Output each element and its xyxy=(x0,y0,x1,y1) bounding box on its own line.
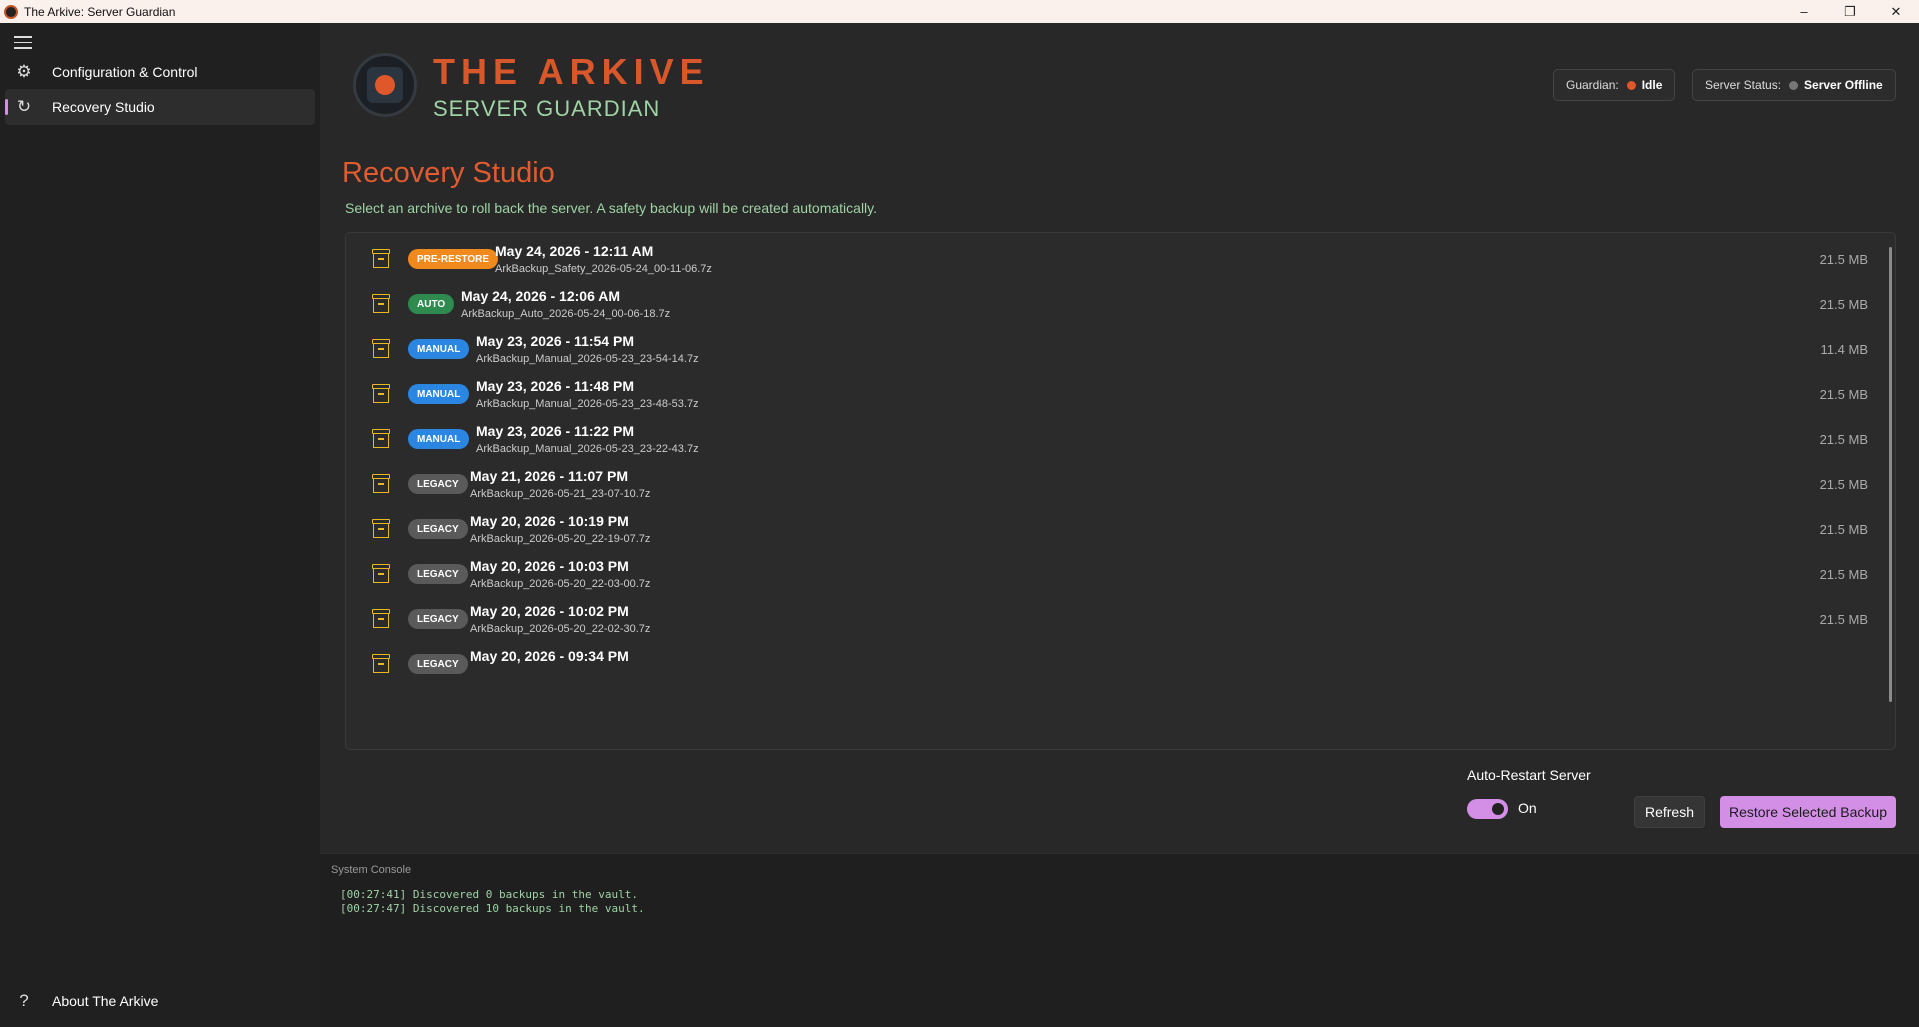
minimize-button[interactable]: – xyxy=(1781,0,1827,23)
console-line: [00:27:47] Discovered 10 backups in the … xyxy=(340,902,645,915)
refresh-icon: ↻ xyxy=(16,97,32,116)
backup-date: May 20, 2026 - 09:34 PM xyxy=(470,648,629,664)
sidebar-item-recovery-studio[interactable]: ↻ Recovery Studio xyxy=(5,89,315,125)
app-logo xyxy=(353,53,417,117)
refresh-button[interactable]: Refresh xyxy=(1634,796,1705,828)
backup-filename: ArkBackup_2026-05-20_22-03-00.7z xyxy=(470,578,651,590)
server-status-badge: Server Status: Server Offline xyxy=(1692,69,1896,101)
backup-filename: ArkBackup_Manual_2026-05-23_23-48-53.7z xyxy=(476,398,699,410)
restore-selected-backup-button[interactable]: Restore Selected Backup xyxy=(1720,796,1896,828)
backup-type-badge: LEGACY xyxy=(408,564,468,584)
page-description: Select an archive to roll back the serve… xyxy=(345,200,878,216)
backup-filename: ArkBackup_2026-05-20_22-19-07.7z xyxy=(470,533,651,545)
archive-box-icon xyxy=(372,474,390,494)
sidebar-item-label: About The Arkive xyxy=(52,993,159,1009)
archive-box-icon xyxy=(372,339,390,359)
console-log: [00:27:41] Discovered 0 backups in the v… xyxy=(340,888,645,916)
backup-date: May 23, 2026 - 11:54 PM xyxy=(476,333,634,349)
window-title: The Arkive: Server Guardian xyxy=(24,4,176,19)
status-dot-icon xyxy=(1789,80,1799,90)
backup-size: 21.5 MB xyxy=(1819,387,1868,402)
archive-box-icon xyxy=(372,609,390,629)
server-status-label: Server Status: xyxy=(1705,78,1782,92)
backup-size: 21.5 MB xyxy=(1819,297,1868,312)
backup-type-badge: MANUAL xyxy=(408,384,470,404)
sidebar-item-label: Configuration & Control xyxy=(52,64,198,80)
auto-restart-label: Auto-Restart Server xyxy=(1467,767,1591,783)
backup-date: May 23, 2026 - 11:22 PM xyxy=(476,423,634,439)
backup-date: May 20, 2026 - 10:03 PM xyxy=(470,558,629,574)
backup-size: 21.5 MB xyxy=(1819,612,1868,627)
archive-box-icon xyxy=(372,294,390,314)
archive-box-icon xyxy=(372,564,390,584)
backup-type-badge: LEGACY xyxy=(408,474,468,494)
brand-subtitle: SERVER GUARDIAN xyxy=(433,96,661,121)
backup-size: 21.5 MB xyxy=(1819,432,1868,447)
backup-type-badge: LEGACY xyxy=(408,519,468,539)
backup-row[interactable]: LEGACY May 20, 2026 - 09:34 PM xyxy=(346,638,1876,693)
backup-list[interactable]: PRE-RESTORE May 24, 2026 - 12:11 AM ArkBac… xyxy=(345,232,1896,750)
backup-filename: ArkBackup_2026-05-21_23-07-10.7z xyxy=(470,488,651,500)
backup-type-badge: MANUAL xyxy=(408,339,470,359)
main-panel: THE ARKIVE SERVER GUARDIAN Guardian: Idl… xyxy=(320,23,1919,853)
app-icon xyxy=(4,4,18,19)
archive-box-icon xyxy=(372,519,390,539)
backup-size: 21.5 MB xyxy=(1819,477,1868,492)
archive-box-icon xyxy=(372,654,390,674)
backup-size: 21.5 MB xyxy=(1819,567,1868,582)
guardian-label: Guardian: xyxy=(1566,78,1619,92)
backup-type-badge: LEGACY xyxy=(408,609,468,629)
backup-filename: ArkBackup_Manual_2026-05-23_23-22-43.7z xyxy=(476,443,699,455)
backup-date: May 24, 2026 - 12:06 AM xyxy=(461,288,621,304)
backup-filename: ArkBackup_Safety_2026-05-24_00-11-06.7z xyxy=(495,263,712,275)
auto-restart-state: On xyxy=(1518,800,1537,816)
backup-type-badge: PRE-RESTORE xyxy=(408,249,499,269)
window-controls: – ❐ ✕ xyxy=(1781,0,1919,23)
page-title: Recovery Studio xyxy=(342,157,555,189)
sidebar-item-label: Recovery Studio xyxy=(52,99,155,115)
status-dot-icon xyxy=(1626,80,1636,90)
backup-filename: ArkBackup_2026-05-20_22-02-30.7z xyxy=(470,623,651,635)
backup-date: May 20, 2026 - 10:02 PM xyxy=(470,603,629,619)
backup-size: 11.4 MB xyxy=(1820,342,1868,357)
sidebar-item-about[interactable]: ? About The Arkive xyxy=(5,983,315,1019)
backup-filename: ArkBackup_Manual_2026-05-23_23-54-14.7z xyxy=(476,353,699,365)
backup-date: May 24, 2026 - 12:11 AM xyxy=(495,243,654,259)
gear-icon: ⚙ xyxy=(16,62,32,81)
console-line: [00:27:41] Discovered 0 backups in the v… xyxy=(340,888,639,901)
backup-date: May 20, 2026 - 10:19 PM xyxy=(470,513,629,529)
guardian-status-badge: Guardian: Idle xyxy=(1553,69,1676,101)
backup-filename: ArkBackup_Auto_2026-05-24_00-06-18.7z xyxy=(461,308,671,320)
brand-title: THE ARKIVE xyxy=(433,51,710,92)
archive-box-icon xyxy=(372,384,390,404)
guardian-value: Idle xyxy=(1641,78,1663,92)
backup-date: May 23, 2026 - 11:48 PM xyxy=(476,378,634,394)
backup-type-badge: LEGACY xyxy=(408,654,468,674)
hamburger-menu-icon[interactable] xyxy=(14,36,32,50)
close-button[interactable]: ✕ xyxy=(1873,0,1919,23)
backup-date: May 21, 2026 - 11:07 PM xyxy=(470,468,628,484)
system-console: System Console [00:27:41] Discovered 0 b… xyxy=(320,853,1919,1027)
scrollbar[interactable] xyxy=(1889,247,1892,702)
question-icon: ? xyxy=(19,991,29,1010)
backup-type-badge: MANUAL xyxy=(408,429,470,449)
title-bar: The Arkive: Server Guardian – ❐ ✕ xyxy=(0,0,1919,23)
console-title: System Console xyxy=(331,864,412,876)
server-status-value: Server Offline xyxy=(1804,78,1883,92)
backup-size: 21.5 MB xyxy=(1819,522,1868,537)
sidebar: ⚙ Configuration & Control ↻ Recovery Stu… xyxy=(0,23,320,1027)
archive-box-icon xyxy=(372,429,390,449)
maximize-button[interactable]: ❐ xyxy=(1827,0,1873,23)
backup-size: 21.5 MB xyxy=(1819,252,1868,267)
auto-restart-toggle[interactable] xyxy=(1467,799,1508,819)
backup-type-badge: AUTO xyxy=(408,294,455,314)
sidebar-item-configuration[interactable]: ⚙ Configuration & Control xyxy=(5,54,315,90)
archive-box-icon xyxy=(372,249,390,269)
